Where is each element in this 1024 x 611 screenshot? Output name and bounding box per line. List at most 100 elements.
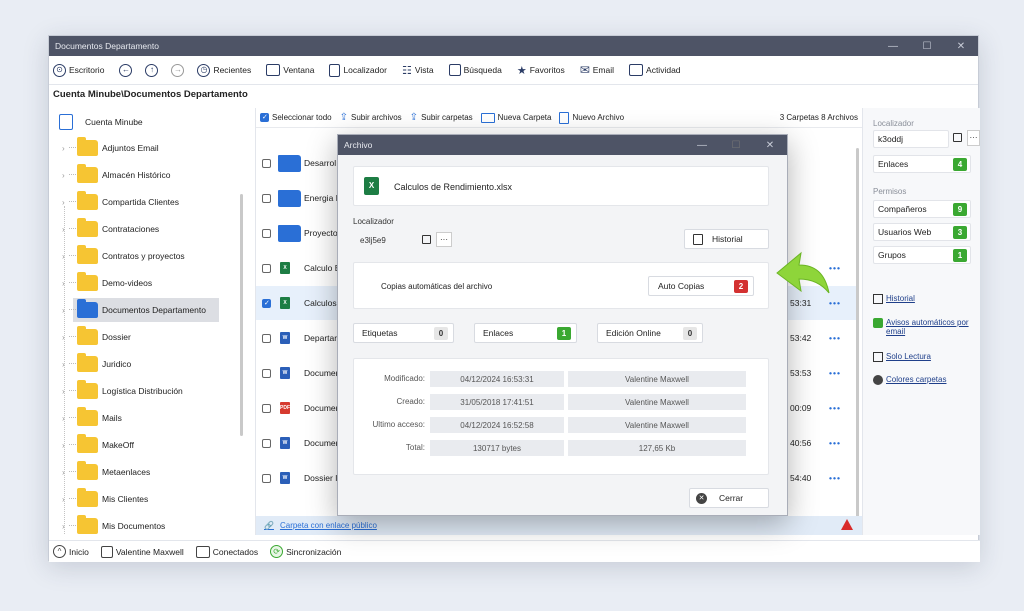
status-user[interactable]: Valentine Maxwell	[100, 545, 184, 558]
chevron-right-icon[interactable]: ›	[62, 414, 65, 423]
tree-branch-line	[69, 363, 76, 364]
up-button[interactable]: ↑	[145, 63, 161, 77]
tree-root[interactable]: Cuenta Minube	[49, 108, 247, 135]
upload-files-button[interactable]: ⇪ Subir archivos	[340, 112, 402, 123]
close-icon[interactable]: ✕	[944, 41, 978, 52]
dialog-historial-button[interactable]: Historial	[684, 229, 769, 249]
upload-folders-button[interactable]: ⇪ Subir carpetas	[410, 112, 473, 123]
row-checkbox[interactable]	[262, 368, 271, 378]
select-all-button[interactable]: Seleccionar todo	[260, 113, 332, 122]
maximize-icon[interactable]: ☐	[910, 41, 944, 52]
chevron-right-icon[interactable]: ›	[62, 387, 65, 396]
folder-icon	[77, 488, 98, 507]
side-avisos-link[interactable]: Avisos automáticos por email	[873, 318, 971, 336]
more-options-icon[interactable]: •••	[829, 368, 841, 378]
row-checkbox[interactable]	[262, 263, 271, 273]
toolbar-recientes[interactable]: ◷ Recientes	[197, 63, 251, 77]
new-file-button[interactable]: Nuevo Archivo	[559, 111, 624, 124]
tree-folder-item[interactable]: › Almacén Histórico	[49, 162, 247, 188]
more-options-icon[interactable]: •••	[829, 403, 841, 413]
chevron-right-icon[interactable]: ›	[62, 171, 65, 180]
row-checkbox[interactable]	[262, 403, 271, 413]
more-options-icon[interactable]: •••	[829, 333, 841, 343]
side-historial-link[interactable]: Historial	[873, 294, 915, 304]
new-folder-button[interactable]: Nueva Carpeta	[480, 112, 551, 123]
perm-usuarios-web[interactable]: Usuarios Web 3	[873, 223, 971, 241]
copy-icon[interactable]	[953, 133, 962, 142]
status-conectados[interactable]: Conectados	[195, 545, 258, 558]
toolbar-email[interactable]: ✉ Email	[580, 63, 614, 77]
dialog-minimize-icon[interactable]: —	[685, 140, 719, 151]
forward-button[interactable]: →	[171, 63, 187, 77]
chevron-right-icon[interactable]: ›	[62, 306, 65, 315]
toolbar-actividad[interactable]: Actividad	[629, 64, 681, 76]
side-enlaces[interactable]: Enlaces 4	[873, 155, 971, 173]
tree-folder-item[interactable]: › Demo-videos	[49, 270, 247, 296]
row-checkbox[interactable]	[262, 158, 271, 168]
side-colores-link[interactable]: Colores carpetas	[873, 375, 946, 385]
chevron-right-icon[interactable]: ›	[62, 225, 65, 234]
tree-folder-item[interactable]: › MakeOff	[49, 432, 247, 458]
perm-grupos[interactable]: Grupos 1	[873, 246, 971, 264]
public-link-footer[interactable]: 🔗 Carpeta con enlace público	[256, 516, 863, 535]
tree-folder-item[interactable]: › Dossier	[49, 324, 247, 350]
tree-folder-item[interactable]: › Adjuntos Email	[49, 135, 247, 161]
row-checkbox[interactable]	[262, 298, 271, 308]
tree-folder-item[interactable]: › Documentos Departamento	[49, 297, 247, 323]
tree-folder-item[interactable]: › Contratos y proyectos	[49, 243, 247, 269]
tree-folder-item[interactable]: › Metaenlaces	[49, 459, 247, 485]
row-checkbox[interactable]	[262, 193, 271, 203]
toolbar-busqueda[interactable]: Búsqueda	[448, 64, 502, 76]
status-sincronizacion[interactable]: ⟳ Sincronización	[270, 545, 341, 558]
chevron-right-icon[interactable]: ›	[62, 252, 65, 261]
toolbar-vista[interactable]: ☷ Vista	[402, 64, 434, 77]
more-options-icon[interactable]: •••	[829, 473, 841, 483]
tree-folder-item[interactable]: › Juridico	[49, 351, 247, 377]
chevron-right-icon[interactable]: ›	[62, 279, 65, 288]
row-checkbox[interactable]	[262, 228, 271, 238]
status-inicio[interactable]: ^ Inicio	[53, 545, 89, 558]
side-solo-lectura-link[interactable]: Solo Lectura	[873, 352, 931, 362]
minimize-icon[interactable]: —	[876, 41, 910, 52]
side-localizador-field[interactable]: k3oddj	[873, 130, 949, 148]
row-checkbox[interactable]	[262, 438, 271, 448]
chevron-right-icon[interactable]: ›	[62, 495, 65, 504]
file-name: Documer	[304, 403, 339, 413]
enlaces-button[interactable]: Enlaces 1	[474, 323, 577, 343]
toolbar-favoritos[interactable]: ★ Favoritos	[517, 64, 565, 77]
tree-folder-item[interactable]: › Mis Documentos	[49, 513, 247, 535]
dialog-copy-icon[interactable]	[422, 235, 431, 244]
perm-companeros[interactable]: Compañeros 9	[873, 200, 971, 218]
tree-folder-item[interactable]: › Logística Distribución	[49, 378, 247, 404]
tree-folder-item[interactable]: › Mails	[49, 405, 247, 431]
close-circle-icon: ✕	[696, 492, 707, 504]
more-options-icon[interactable]: •••	[829, 438, 841, 448]
toolbar-localizador[interactable]: Localizador	[329, 63, 387, 77]
read-only-icon	[873, 352, 883, 362]
dialog-more-button[interactable]: ···	[436, 232, 452, 247]
tree-folder-item[interactable]: › Compartida Clientes	[49, 189, 247, 215]
tree-scrollbar[interactable]	[240, 194, 243, 436]
chevron-right-icon[interactable]: ›	[62, 198, 65, 207]
file-scrollbar[interactable]	[856, 148, 859, 528]
chevron-right-icon[interactable]: ›	[62, 333, 65, 342]
chevron-right-icon[interactable]: ›	[62, 522, 65, 531]
auto-copias-button[interactable]: Auto Copias 2	[648, 276, 754, 296]
toolbar-ventana[interactable]: Ventana	[266, 64, 314, 76]
row-checkbox[interactable]	[262, 333, 271, 343]
chevron-right-icon[interactable]: ›	[62, 468, 65, 477]
row-checkbox[interactable]	[262, 473, 271, 483]
dialog-close-icon[interactable]: ✕	[753, 140, 787, 151]
chevron-right-icon[interactable]: ›	[62, 441, 65, 450]
more-button[interactable]: ···	[967, 130, 980, 146]
tree-folder-item[interactable]: › Contrataciones	[49, 216, 247, 242]
chevron-right-icon[interactable]: ›	[62, 144, 65, 153]
etiquetas-button[interactable]: Etiquetas 0	[353, 323, 454, 343]
back-button[interactable]: ←	[119, 63, 135, 77]
edicion-online-button[interactable]: Edición Online 0	[597, 323, 703, 343]
cerrar-button[interactable]: ✕ Cerrar	[689, 488, 769, 508]
chevron-right-icon[interactable]: ›	[62, 360, 65, 369]
toolbar-escritorio[interactable]: ⊙ Escritorio	[53, 63, 104, 77]
dialog-localizador-value[interactable]: e3lj5e9	[360, 236, 386, 245]
tree-folder-item[interactable]: › Mis Clientes	[49, 486, 247, 512]
